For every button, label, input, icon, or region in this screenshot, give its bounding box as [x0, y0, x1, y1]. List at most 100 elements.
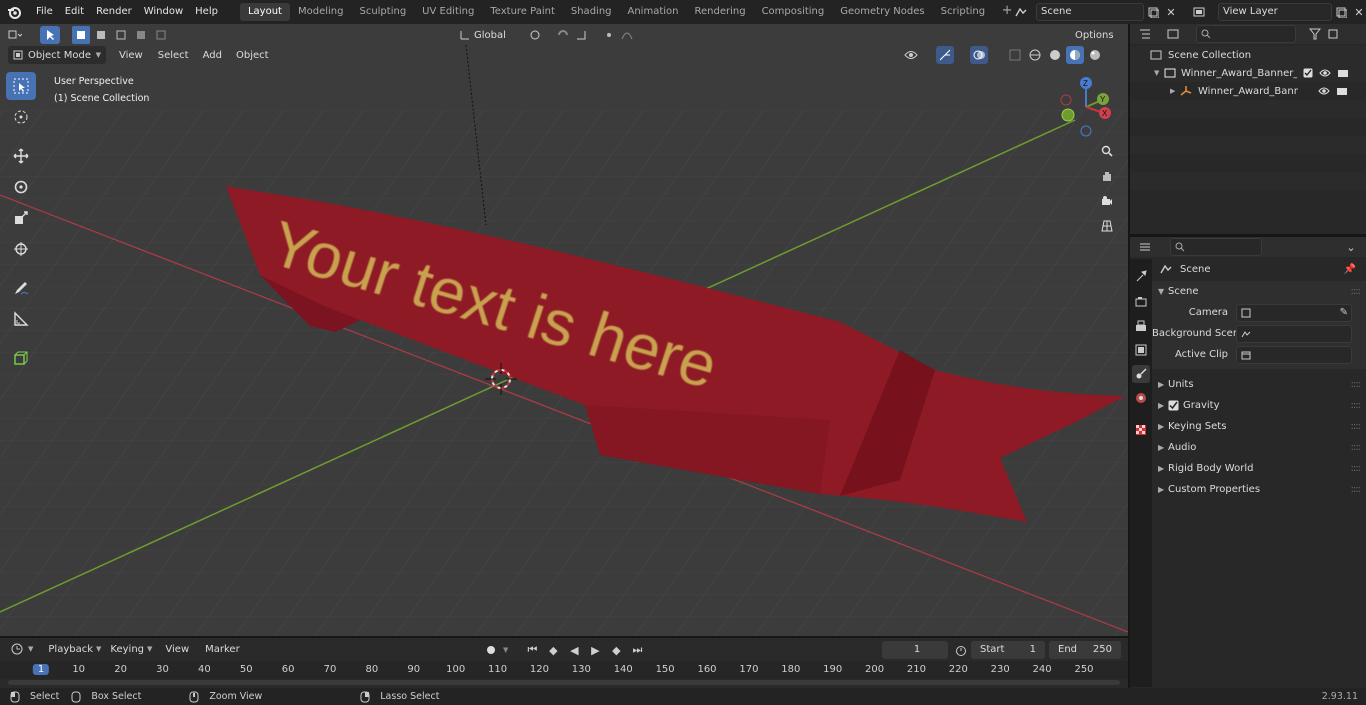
outliner-item[interactable]: ▼ Winner_Award_Banner_Red_I	[1130, 64, 1366, 82]
world-tab-icon[interactable]	[1132, 389, 1150, 407]
tab-scripting[interactable]: Scripting	[933, 3, 993, 21]
tab-sculpting[interactable]: Sculpting	[351, 3, 414, 21]
jump-end-icon[interactable]: ⏭	[628, 641, 646, 659]
tab-shading[interactable]: Shading	[563, 3, 620, 21]
tool-rotate-icon[interactable]	[6, 173, 36, 201]
render-tab-icon[interactable]	[1132, 293, 1150, 311]
rendered-shading-icon[interactable]	[1086, 46, 1104, 64]
tool-measure-icon[interactable]	[6, 305, 36, 333]
menu-view[interactable]: View	[116, 46, 146, 64]
units-panel[interactable]: ▶ Units::::	[1152, 374, 1366, 395]
tab-compositing[interactable]: Compositing	[754, 3, 833, 21]
filter-icon[interactable]	[1306, 25, 1324, 43]
playhead-marker[interactable]: 1	[32, 664, 50, 675]
prev-keyframe-icon[interactable]: ◆	[544, 641, 562, 659]
tab-modeling[interactable]: Modeling	[290, 3, 352, 21]
start-frame-field[interactable]: Start 1	[971, 641, 1045, 659]
select-tool-button[interactable]	[40, 26, 60, 44]
menu-object[interactable]: Object	[233, 46, 272, 64]
wireframe-shading-icon[interactable]	[1026, 46, 1044, 64]
pivot-icon[interactable]	[526, 26, 544, 44]
tool-annotate-icon[interactable]	[6, 274, 36, 302]
tab-animation[interactable]: Animation	[620, 3, 687, 21]
display-mode-icon[interactable]	[1164, 25, 1182, 43]
menu-render[interactable]: Render	[90, 0, 138, 24]
tab-layout[interactable]: Layout	[239, 3, 290, 21]
select-new-icon[interactable]	[72, 26, 90, 44]
eyedropper-icon[interactable]: ✎	[1340, 305, 1348, 321]
menu-help[interactable]: Help	[189, 0, 224, 24]
3d-viewport[interactable]: Your text is here User Perspective (1) S…	[0, 45, 1128, 637]
view-layer-icon[interactable]	[1190, 3, 1208, 21]
end-frame-field[interactable]: End 250	[1049, 641, 1121, 659]
solid-shading-icon[interactable]	[1046, 46, 1064, 64]
rigid-body-world-panel[interactable]: ▶ Rigid Body World::::	[1152, 458, 1366, 479]
new-scene-icon[interactable]	[1144, 3, 1162, 21]
proportional-edit-icon[interactable]	[600, 26, 618, 44]
scene-tab-icon[interactable]	[1132, 365, 1150, 383]
select-subtract-icon[interactable]	[112, 26, 130, 44]
new-view-layer-icon[interactable]	[1332, 3, 1350, 21]
audio-panel[interactable]: ▶ Audio::::	[1152, 437, 1366, 458]
record-icon[interactable]	[482, 641, 500, 659]
snap-target-icon[interactable]	[572, 26, 590, 44]
mode-dropdown[interactable]: Object Mode ▼	[8, 46, 106, 64]
blender-logo-icon[interactable]	[4, 2, 24, 22]
timeline-editor-icon[interactable]	[8, 640, 26, 658]
tab-geometry-nodes[interactable]: Geometry Nodes	[832, 3, 932, 21]
tool-select-box-icon[interactable]	[6, 72, 36, 100]
tool-scale-icon[interactable]	[6, 204, 36, 232]
custom-properties-panel[interactable]: ▶ Custom Properties::::	[1152, 479, 1366, 500]
menu-file[interactable]: File	[30, 0, 59, 24]
ortho-grid-icon[interactable]	[1098, 217, 1116, 235]
gravity-panel[interactable]: ▶ Gravity::::	[1152, 395, 1366, 416]
outliner-item[interactable]: ▶ Winner_Award_Banner_R	[1130, 82, 1366, 100]
camera-field[interactable]: ✎	[1236, 303, 1352, 322]
camera-view-icon[interactable]	[1098, 192, 1116, 210]
timeline-scrollbar[interactable]	[8, 680, 1120, 685]
properties-search-input[interactable]	[1170, 238, 1262, 256]
menu-add[interactable]: Add	[200, 46, 225, 64]
menu-edit[interactable]: Edit	[59, 0, 90, 24]
close-view-layer-icon[interactable]: ✕	[1350, 3, 1366, 21]
jump-start-icon[interactable]: ⏮	[523, 641, 541, 659]
select-invert-icon[interactable]	[132, 26, 150, 44]
tab-rendering[interactable]: Rendering	[686, 3, 753, 21]
play-reverse-icon[interactable]: ◀	[565, 641, 583, 659]
texture-tab-icon[interactable]	[1132, 421, 1150, 439]
stopwatch-icon[interactable]	[952, 641, 970, 659]
view-layer-field[interactable]: View Layer	[1218, 3, 1332, 21]
pin-icon[interactable]: 📌	[1344, 264, 1356, 275]
view-layer-tab-icon[interactable]	[1132, 341, 1150, 359]
tool-tab-icon[interactable]	[1132, 267, 1150, 285]
close-scene-icon[interactable]: ✕	[1162, 3, 1180, 21]
gravity-checkbox-icon[interactable]	[1168, 400, 1179, 411]
new-collection-icon[interactable]	[1324, 25, 1342, 43]
menu-window[interactable]: Window	[138, 0, 189, 24]
next-keyframe-icon[interactable]: ◆	[607, 641, 625, 659]
options-dropdown[interactable]: Options	[1070, 26, 1124, 44]
visibility-icon[interactable]	[902, 46, 920, 64]
tab-texture-paint[interactable]: Texture Paint	[482, 3, 563, 21]
tab-uv-editing[interactable]: UV Editing	[414, 3, 482, 21]
falloff-icon[interactable]	[618, 26, 636, 44]
gizmo-toggle-icon[interactable]	[936, 46, 954, 64]
menu-playback[interactable]: Playback	[45, 640, 96, 658]
select-extend-icon[interactable]	[92, 26, 110, 44]
scene-panel-header[interactable]: ▼ Scene ::::	[1152, 281, 1366, 302]
outliner-search-input[interactable]	[1196, 25, 1296, 43]
properties-options-icon[interactable]: ⌄	[1342, 238, 1360, 256]
outliner-root[interactable]: Scene Collection	[1130, 46, 1366, 64]
expand-icon[interactable]: ▼	[1154, 69, 1164, 77]
navigation-gizmo[interactable]: Z Y X	[1058, 75, 1118, 137]
keying-sets-panel[interactable]: ▶ Keying Sets::::	[1152, 416, 1366, 437]
tool-cursor-icon[interactable]	[6, 103, 36, 131]
tool-move-icon[interactable]	[6, 142, 36, 170]
zoom-icon[interactable]	[1098, 142, 1116, 160]
outliner-editor-icon[interactable]	[1136, 25, 1154, 43]
orientation-dropdown[interactable]: Global	[474, 26, 526, 44]
editor-type-icon[interactable]	[6, 26, 24, 44]
background-scene-field[interactable]	[1236, 324, 1352, 343]
menu-select[interactable]: Select	[155, 46, 192, 64]
material-shading-icon[interactable]	[1066, 46, 1084, 64]
